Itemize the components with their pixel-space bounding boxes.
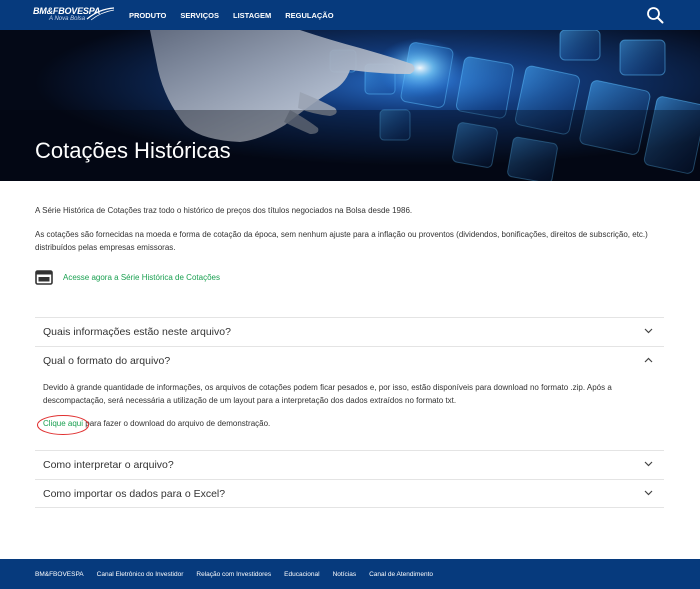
footer-link-bmfbovespa[interactable]: BM&FBOVESPA — [35, 571, 84, 578]
series-history-link[interactable]: Acesse agora a Série Histórica de Cotaçõ… — [63, 273, 220, 282]
top-navigation-bar: BM&FBOVESPA A Nova Bolsa PRODUTO SERVIÇO… — [0, 0, 700, 30]
footer-nav: BM&FBOVESPA Canal Eletrônico do Investid… — [35, 559, 446, 589]
intro-paragraph: A Série Histórica de Cotações traz todo … — [35, 206, 413, 215]
chevron-down-icon — [644, 461, 653, 467]
footer-bar: BM&FBOVESPA Canal Eletrônico do Investid… — [0, 559, 700, 589]
divider — [35, 507, 664, 508]
footer-link-canal-atendimento[interactable]: Canal de Atendimento — [369, 571, 433, 578]
nav-item-servicos[interactable]: SERVIÇOS — [180, 11, 219, 20]
accordion-title: Quais informações estão neste arquivo? — [43, 326, 231, 338]
quotes-description-paragraph: As cotações são fornecidas na moeda e fo… — [35, 230, 648, 252]
hero-banner: Cotações Históricas — [0, 30, 700, 181]
accordion-item-import-excel[interactable]: Como importar os dados para o Excel? — [35, 480, 664, 508]
accordion-title: Como interpretar o arquivo? — [43, 459, 174, 471]
accordion-title: Qual o formato do arquivo? — [43, 355, 171, 367]
accordion-item-interpret-file[interactable]: Como interpretar o arquivo? — [35, 451, 664, 479]
footer-link-noticias[interactable]: Notícias — [333, 571, 356, 578]
chevron-down-icon — [644, 490, 653, 496]
footer-link-relacao-investidores[interactable]: Relação com Investidores — [196, 571, 271, 578]
nav-item-regulacao[interactable]: REGULAÇÃO — [285, 11, 333, 20]
main-nav: PRODUTO SERVIÇOS LISTAGEM REGULAÇÃO — [129, 0, 348, 30]
bmfbovespa-logo[interactable]: BM&FBOVESPA A Nova Bolsa — [33, 6, 115, 24]
series-link-row: Acesse agora a Série Histórica de Cotaçõ… — [35, 269, 435, 287]
file-format-description: Devido à grande quantidade de informaçõe… — [43, 383, 612, 405]
logo-swoosh-icon — [86, 7, 115, 21]
search-icon[interactable] — [646, 6, 664, 24]
logo-subtext: A Nova Bolsa — [49, 16, 86, 22]
calendar-icon — [35, 270, 53, 285]
nav-item-listagem[interactable]: LISTAGEM — [233, 11, 271, 20]
chevron-down-icon — [644, 328, 653, 334]
red-circle-annotation — [37, 415, 89, 435]
footer-link-educacional[interactable]: Educacional — [284, 571, 319, 578]
footer-link-canal-eletronico[interactable]: Canal Eletrônico do Investidor — [97, 571, 184, 578]
chevron-up-icon — [644, 357, 653, 363]
accordion-item-file-format[interactable]: Qual o formato do arquivo? — [35, 347, 664, 375]
download-demo-text: para fazer o download do arquivo de demo… — [83, 419, 271, 428]
accordion-item-file-information[interactable]: Quais informações estão neste arquivo? — [35, 318, 664, 346]
accordion-title: Como importar os dados para o Excel? — [43, 488, 226, 500]
page-title: Cotações Históricas — [35, 138, 231, 163]
nav-item-produto[interactable]: PRODUTO — [129, 11, 166, 20]
